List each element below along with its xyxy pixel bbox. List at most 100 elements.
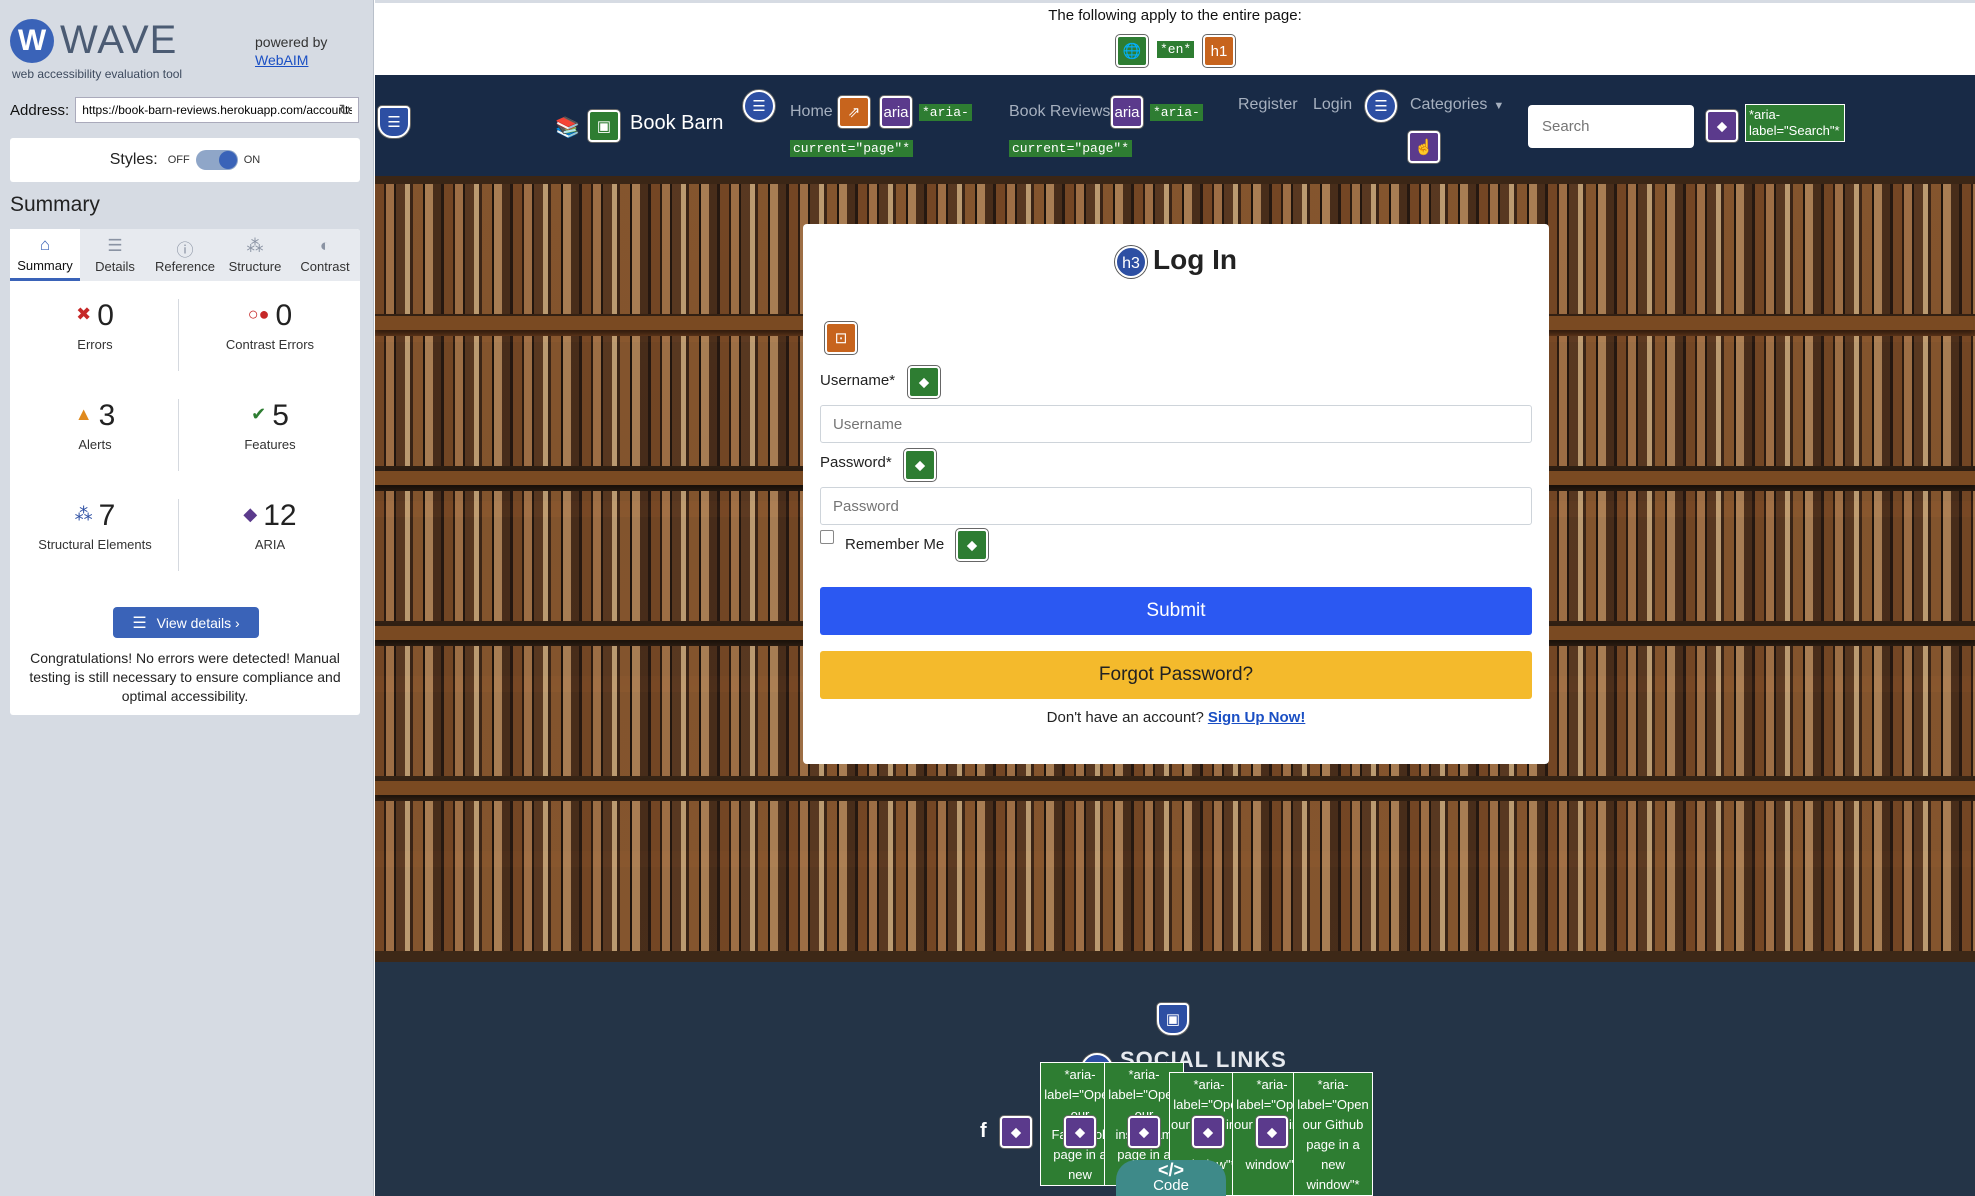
nav-login[interactable]: Login — [1313, 96, 1352, 114]
stat-features[interactable]: ✔ 5 Features — [185, 399, 355, 452]
image-alt-icon[interactable]: ▣ — [588, 110, 620, 142]
wave-tagline: web accessibility evaluation tool — [12, 67, 183, 81]
aria-label-tag-icon[interactable]: ⬥ — [1256, 1116, 1288, 1148]
alerts-count: 3 — [98, 399, 116, 432]
webaim-link[interactable]: WebAIM — [255, 51, 327, 69]
username-label: Username* — [820, 372, 896, 389]
divider — [178, 299, 179, 371]
book-logo-icon: 📚 — [555, 117, 580, 139]
aria-current-note-home-2: current="page"* — [790, 139, 914, 157]
aria-badge-icon[interactable]: aria — [880, 96, 912, 128]
stat-alerts[interactable]: ▲ 3 Alerts — [10, 399, 180, 452]
aria-current-line1: *aria- — [1150, 104, 1203, 121]
page-wide-banner: The following apply to the entire page: … — [375, 0, 1975, 75]
footer-region-icon[interactable]: ▣ — [1157, 1003, 1189, 1035]
redundant-link-alert-icon[interactable]: ⇗ — [838, 96, 870, 128]
signup-link[interactable]: Sign Up Now! — [1208, 709, 1306, 726]
congrats-message: Congratulations! No errors were detected… — [29, 650, 341, 704]
nav-register[interactable]: Register — [1238, 96, 1298, 114]
brand-name[interactable]: Book Barn — [630, 112, 723, 135]
remember-me-checkbox[interactable] — [820, 530, 834, 544]
code-toggle-button[interactable]: </> Code — [1116, 1160, 1226, 1196]
book-row — [375, 801, 1975, 951]
lang-value: *en* — [1157, 41, 1195, 58]
facebook-icon[interactable]: f — [980, 1120, 987, 1143]
tab-label: Summary — [17, 257, 73, 273]
errors-count: 0 — [97, 299, 114, 332]
styles-toggle[interactable] — [195, 150, 238, 170]
h1-alert-icon[interactable]: h1 — [1203, 35, 1235, 67]
address-input[interactable] — [75, 97, 360, 123]
aria-label-tag-icon[interactable]: ⬥ — [1128, 1116, 1160, 1148]
tab-label: Structure — [228, 259, 282, 274]
login-title: h3 Log In — [803, 244, 1549, 278]
feature-icon: ✔ — [251, 404, 267, 424]
wave-title: WAVE — [60, 18, 178, 62]
search-aria-line2: label="Search"* — [1749, 123, 1840, 138]
aria-current-note-home: *aria- — [919, 103, 972, 121]
contrast-label: Contrast Errors — [225, 337, 315, 352]
aria-label: ARIA — [254, 537, 286, 552]
orphan-form-alert-icon[interactable]: ⊡ — [825, 322, 857, 354]
styles-off-label: OFF — [167, 154, 190, 166]
code-icon: </> — [1157, 1160, 1185, 1180]
reload-icon[interactable]: ↻ — [339, 101, 352, 119]
list-structure-icon[interactable]: ☰ — [1365, 90, 1397, 122]
label-tag-icon[interactable]: ⬥ — [904, 449, 936, 481]
navigation-region-icon[interactable]: ☰ — [378, 106, 410, 138]
tab-contrast[interactable]: ◐ Contrast — [290, 229, 360, 281]
forgot-password-button[interactable]: Forgot Password? — [820, 651, 1532, 699]
tab-label: Contrast — [300, 259, 350, 274]
wave-tabs: ⌂ Summary ☰ Details ⓘ Reference ⁂ Struct… — [10, 229, 360, 281]
search-aria-line1: *aria- — [1749, 107, 1781, 122]
aria-label-tag-icon[interactable]: ⬥ — [1192, 1116, 1224, 1148]
stat-contrast-errors[interactable]: ○● 0 Contrast Errors — [185, 299, 355, 352]
aria-current-note-reviews: *aria- — [1150, 103, 1203, 121]
nav-book-reviews[interactable]: Book Reviews — [1009, 103, 1110, 121]
aria-badge-icon[interactable]: aria — [1111, 96, 1143, 128]
list-structure-icon[interactable]: ☰ — [743, 90, 775, 122]
list-icon: ☰ — [132, 614, 147, 632]
tab-summary[interactable]: ⌂ Summary — [10, 229, 80, 281]
language-globe-icon[interactable]: 🌐 — [1116, 35, 1148, 67]
styles-on-label: ON — [243, 154, 261, 166]
aria-current-line1: *aria- — [919, 104, 972, 121]
aria-label-tag-icon[interactable]: ⬥ — [1064, 1116, 1096, 1148]
tab-reference[interactable]: ⓘ Reference — [150, 229, 220, 281]
view-details-button[interactable]: ☰ View details › — [113, 607, 259, 638]
lang-label[interactable]: *en* — [1157, 40, 1195, 58]
login-card: h3Log In ⊡ Username* ⬥ Password* ⬥ Remem… — [803, 224, 1549, 764]
h3-structure-icon[interactable]: h3 — [1115, 245, 1147, 278]
label-tag-icon[interactable]: ⬥ — [908, 366, 940, 398]
nav-home[interactable]: Home — [790, 103, 833, 121]
errors-label: Errors — [77, 337, 113, 352]
wave-sidebar: W WAVE web accessibility evaluation tool… — [0, 0, 374, 1196]
categories-label: Categories — [1410, 96, 1488, 113]
nav-categories[interactable]: Categories ▼ — [1410, 96, 1504, 114]
tab-label: Reference — [155, 259, 215, 274]
stat-structural[interactable]: ⁂ 7 Structural Elements — [10, 499, 180, 552]
aria-label-tag-icon[interactable]: ⬥ — [1000, 1116, 1032, 1148]
search-input[interactable] — [1528, 105, 1694, 148]
password-input[interactable] — [820, 487, 1532, 525]
stat-aria[interactable]: ◆ 12 ARIA — [185, 499, 355, 552]
powered-by: powered by WebAIM — [255, 33, 327, 69]
aria-label-note: *aria-label="Open our Github page in a n… — [1293, 1072, 1373, 1196]
structure-icon: ⁂ — [246, 236, 264, 255]
tab-label: Details — [95, 259, 135, 274]
h1-label: h1 — [1210, 42, 1228, 60]
username-input[interactable] — [820, 405, 1532, 443]
summary-heading: Summary — [10, 193, 100, 216]
stat-errors[interactable]: ✖ 0 Errors — [10, 299, 180, 352]
alert-icon: ▲ — [74, 404, 93, 424]
aria-label-tag-icon[interactable]: ⬥ — [1706, 110, 1738, 142]
powered-by-text: powered by — [255, 34, 328, 50]
submit-button[interactable]: Submit — [820, 587, 1532, 635]
tab-details[interactable]: ☰ Details — [80, 229, 150, 281]
features-count: 5 — [272, 399, 289, 432]
tab-structure[interactable]: ⁂ Structure — [220, 229, 290, 281]
login-title-text: Log In — [1153, 244, 1237, 275]
aria-menu-icon[interactable]: ☝ — [1408, 131, 1440, 163]
label-tag-icon[interactable]: ⬥ — [956, 529, 988, 561]
wave-logo[interactable]: W WAVE — [10, 18, 177, 63]
